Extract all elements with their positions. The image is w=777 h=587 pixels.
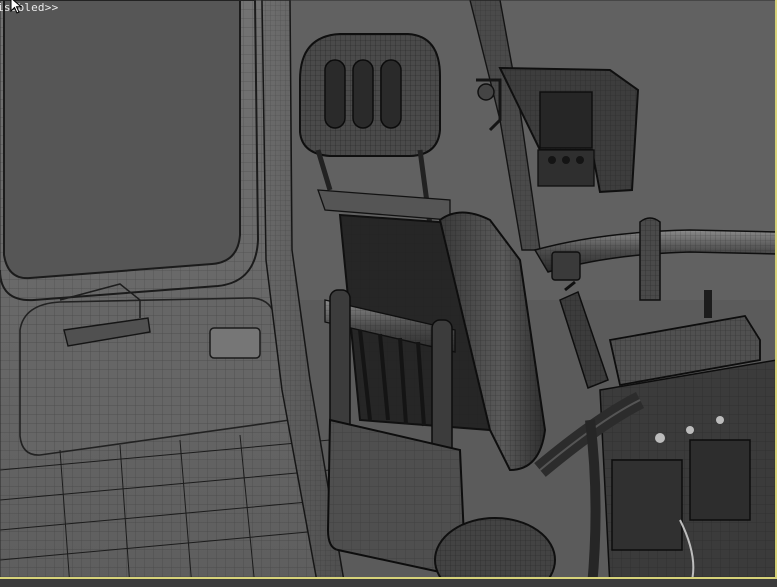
mouse-pointer-icon (10, 0, 23, 14)
viewport-bottom-strip (0, 579, 777, 587)
cockpit-wireframe-render[interactable] (0, 0, 777, 587)
viewport-status-label: isabled>> (0, 1, 59, 14)
3d-viewport[interactable]: isabled>> (0, 0, 777, 587)
